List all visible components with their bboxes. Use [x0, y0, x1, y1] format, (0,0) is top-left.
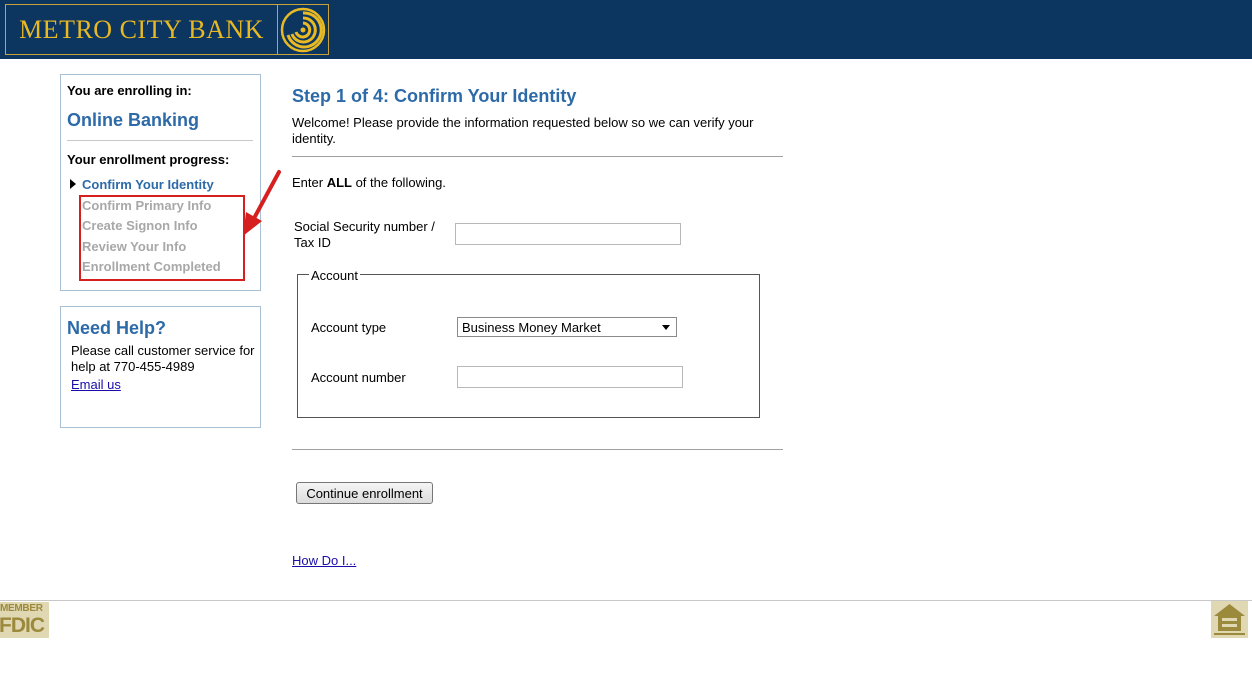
annotation-arrow-icon — [243, 170, 281, 236]
fdic-member-logo: MEMBER FDIC — [0, 602, 49, 638]
account-legend: Account — [309, 268, 360, 283]
fdic-text: FDIC — [0, 614, 45, 637]
account-type-selected-value: Business Money Market — [462, 319, 601, 335]
account-type-select[interactable]: Business Money Market — [457, 317, 677, 337]
bank-name: METRO CITY BANK — [6, 5, 278, 54]
account-type-label: Account type — [311, 320, 387, 335]
product-name: Online Banking — [67, 110, 200, 130]
page-title: Step 1 of 4: Confirm Your Identity — [292, 86, 577, 106]
account-fieldset — [297, 274, 760, 418]
divider — [67, 140, 253, 141]
equal-housing-lender-icon — [1211, 601, 1248, 638]
account-number-input[interactable] — [457, 366, 683, 388]
help-panel: Need Help? Please call customer service … — [60, 306, 261, 428]
footer-divider — [0, 600, 1252, 601]
divider — [292, 449, 783, 450]
enroll-label: You are enrolling in: — [67, 83, 192, 98]
instruction-suffix: of the following. — [351, 175, 446, 190]
help-title: Need Help? — [67, 318, 167, 338]
continue-enrollment-button[interactable]: Continue enrollment — [296, 482, 433, 504]
page-description: Welcome! Please provide the information … — [292, 115, 754, 146]
instruction-text: Enter ALL of the following. — [292, 175, 446, 190]
how-do-i-link[interactable]: How Do I... — [292, 553, 356, 568]
account-number-label: Account number — [311, 370, 406, 385]
site-header: METRO CITY BANK — [0, 0, 1252, 59]
help-text: Please call customer service for help at… — [71, 343, 255, 374]
instruction-emphasis: ALL — [326, 175, 352, 190]
ssn-label: Social Security number / Tax ID — [294, 219, 435, 250]
progress-step-confirm-identity: Confirm Your Identity — [82, 177, 214, 192]
email-us-link[interactable]: Email us — [71, 377, 121, 392]
instruction-prefix: Enter — [292, 175, 327, 190]
fdic-member-text: MEMBER — [0, 603, 43, 614]
annotation-highlight-box — [79, 195, 245, 281]
chevron-down-icon — [662, 324, 670, 330]
ssn-input[interactable] — [455, 223, 681, 245]
bank-logo[interactable]: METRO CITY BANK — [5, 4, 329, 55]
divider — [292, 156, 783, 157]
current-step-arrow-icon — [70, 179, 76, 189]
progress-label: Your enrollment progress: — [67, 152, 230, 167]
gold-swirl-emblem-icon — [278, 5, 328, 54]
